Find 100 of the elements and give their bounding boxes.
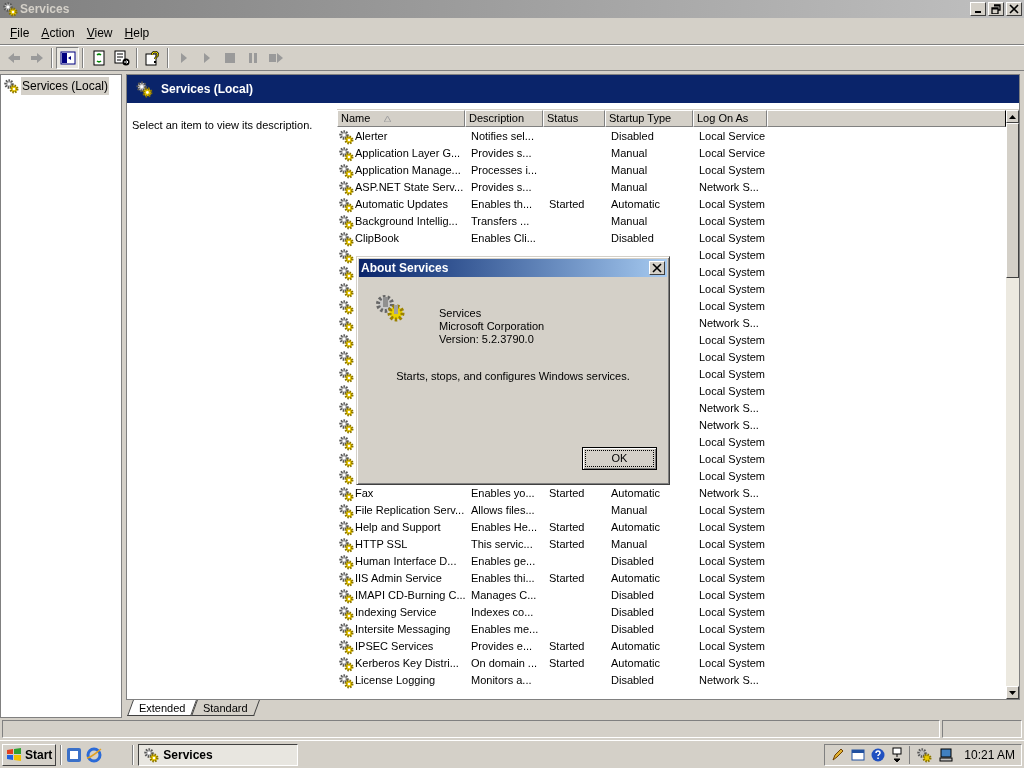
table-cell: Local System — [699, 589, 766, 602]
refresh-icon — [90, 50, 107, 66]
pencil-icon[interactable] — [831, 747, 846, 762]
table-cell: Started — [549, 521, 585, 534]
product-name: Services — [439, 307, 483, 320]
vertical-scrollbar[interactable] — [1006, 110, 1019, 699]
table-cell: Local System — [699, 300, 766, 313]
company-name: Microsoft Corporation — [439, 320, 545, 333]
dialog-description: Starts, stops, and configures Windows services. — [396, 370, 630, 382]
gear-icon — [338, 315, 354, 332]
gear-icon — [338, 570, 354, 587]
gear-tray-icon[interactable] — [916, 746, 933, 763]
table-cell: Started — [549, 487, 585, 500]
gear-icon — [338, 621, 354, 638]
menu-item[interactable]: File — [4, 23, 36, 42]
table-cell: Enables th... — [471, 198, 533, 211]
gear-icon — [338, 655, 354, 672]
table-cell-text: File Replication Serv... — [355, 503, 465, 519]
table-cell: Local System — [699, 198, 766, 211]
table-cell: Local System — [699, 657, 766, 670]
column-header[interactable]: Description — [465, 110, 543, 127]
table-cell-text: ClipBook — [355, 231, 400, 247]
table-cell: Automatic — [611, 572, 660, 585]
gear-icon — [338, 485, 354, 502]
menu-item[interactable]: Action — [35, 23, 81, 42]
gear-icon — [338, 434, 354, 451]
gear-icon — [2, 1, 18, 17]
panel-button[interactable] — [56, 47, 79, 69]
table-cell: Local System — [699, 453, 766, 466]
table-cell: Local System — [699, 266, 766, 279]
gear-icon — [338, 553, 354, 570]
gear-icon — [338, 451, 354, 468]
table-cell: Network S... — [699, 674, 759, 687]
table-cell: This servic... — [471, 538, 533, 551]
table-cell: Automatic — [611, 198, 660, 211]
server-manager-icon[interactable] — [66, 746, 83, 763]
computer-icon[interactable] — [938, 746, 955, 763]
help-icon[interactable] — [871, 747, 886, 762]
table-cell: Provides e... — [471, 640, 533, 653]
table-cell: Enables yo... — [471, 487, 535, 500]
table-cell: Network S... — [699, 419, 759, 432]
window-icon[interactable] — [851, 747, 866, 762]
table-cell: Disabled — [611, 589, 654, 602]
browser-icon[interactable] — [86, 746, 103, 763]
close-button[interactable] — [649, 261, 665, 275]
scroll-down-icon[interactable] — [1009, 690, 1016, 695]
column-header[interactable]: Status — [543, 110, 605, 127]
table-cell: Network S... — [699, 181, 759, 194]
table-cell: Local System — [699, 640, 766, 653]
table-cell: Manual — [611, 504, 648, 517]
column-header[interactable]: Log On As — [693, 110, 767, 127]
table-cell: Local System — [699, 351, 766, 364]
table-cell: Transfers ... — [471, 215, 530, 228]
table-cell: Automatic — [611, 487, 660, 500]
table-cell: Started — [549, 640, 585, 653]
scroll-up-icon[interactable] — [1009, 114, 1016, 119]
table-cell: Local System — [699, 470, 766, 483]
gear-icon — [338, 638, 354, 655]
pane-title: Services (Local) — [161, 81, 254, 98]
column-header[interactable]: Name — [337, 110, 465, 127]
table-cell-text: Automatic Updates — [355, 197, 448, 213]
table-cell: Started — [549, 538, 585, 551]
table-cell: Local System — [699, 334, 766, 347]
view-tab[interactable]: Standard — [191, 700, 261, 716]
menu-item[interactable]: Help — [118, 23, 156, 42]
network-icon[interactable] — [891, 746, 904, 763]
help-icon — [144, 50, 161, 66]
close-button[interactable] — [1006, 2, 1022, 16]
table-cell: Local Service — [699, 130, 766, 143]
gear-icon — [338, 604, 354, 621]
table-cell: Enables He... — [471, 521, 538, 534]
gear-icon — [338, 349, 354, 366]
table-cell: Started — [549, 198, 585, 211]
taskbar-button[interactable]: Services — [138, 743, 299, 766]
view-tab[interactable]: Extended — [127, 700, 198, 716]
gear-icon — [338, 383, 354, 400]
gear-icon — [338, 366, 354, 383]
table-cell: Enables Cli... — [471, 232, 536, 245]
table-cell: Manual — [611, 147, 648, 160]
gear-icon — [135, 80, 153, 98]
table-cell: Indexes co... — [471, 606, 534, 619]
table-cell-text: Alerter — [355, 129, 388, 145]
table-cell: Disabled — [611, 555, 654, 568]
close-icon — [652, 263, 662, 273]
table-cell: Network S... — [699, 487, 759, 500]
gear-icon — [338, 417, 354, 434]
table-cell: Started — [549, 657, 585, 670]
ok-button[interactable]: OK — [582, 447, 657, 470]
gear-icon — [338, 502, 354, 519]
table-cell: Local System — [699, 623, 766, 636]
table-cell: Monitors a... — [471, 674, 532, 687]
start-button[interactable]: Start — [2, 743, 57, 766]
table-cell: Manual — [611, 538, 648, 551]
column-header[interactable]: Startup Type — [605, 110, 693, 127]
restore-button[interactable] — [988, 2, 1004, 16]
table-cell: Local System — [699, 436, 766, 449]
gear-icon — [338, 298, 354, 315]
minimize-button[interactable] — [970, 2, 986, 16]
menu-item[interactable]: View — [80, 23, 119, 42]
table-cell: Allows files... — [471, 504, 535, 517]
